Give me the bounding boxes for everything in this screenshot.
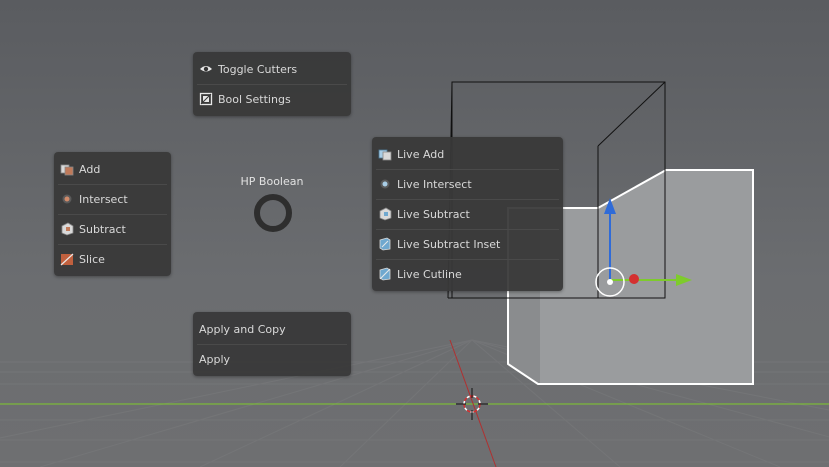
menu-item-label: Toggle Cutters xyxy=(218,62,298,76)
subtract-button[interactable]: Subtract xyxy=(54,214,171,244)
pie-menu-title: HP Boolean xyxy=(240,175,304,188)
intersect-button[interactable]: Intersect xyxy=(54,184,171,214)
add-button[interactable]: Add xyxy=(54,154,171,184)
intersect-icon xyxy=(62,194,72,204)
menu-item-label: Apply and Copy xyxy=(199,322,286,336)
live-subtract-button[interactable]: Live Subtract xyxy=(372,199,563,229)
slice-button[interactable]: Slice xyxy=(54,244,171,274)
eye-icon xyxy=(200,66,212,72)
live-subtract-icon xyxy=(379,207,392,221)
live-add-icon xyxy=(378,149,392,161)
apply-button[interactable]: Apply xyxy=(193,344,351,374)
pie-center-ring xyxy=(254,194,292,232)
live-cutline-icon xyxy=(379,267,391,281)
live-cutline-button[interactable]: Live Cutline xyxy=(372,259,563,289)
add-icon xyxy=(60,164,74,176)
menu-item-label: Live Add xyxy=(397,147,445,161)
top-pie-menu: Toggle Cutters Bool Settings xyxy=(193,52,351,116)
menu-item-label: Slice xyxy=(79,252,105,266)
apply-and-copy-button[interactable]: Apply and Copy xyxy=(193,314,351,344)
menu-item-label: Intersect xyxy=(79,192,128,206)
slice-icon xyxy=(60,253,74,266)
menu-item-label: Bool Settings xyxy=(218,92,291,106)
left-pie-menu: Add Intersect Subtract Slice xyxy=(54,152,171,276)
menu-item-label: Apply xyxy=(199,352,231,366)
live-intersect-button[interactable]: Live Intersect xyxy=(372,169,563,199)
menu-item-label: Subtract xyxy=(79,222,126,236)
menu-item-label: Live Subtract xyxy=(397,207,470,221)
live-add-button[interactable]: Live Add xyxy=(372,139,563,169)
menu-item-label: Add xyxy=(79,162,101,176)
menu-item-label: Live Subtract Inset xyxy=(397,237,501,251)
subtract-icon xyxy=(61,222,74,236)
menu-item-label: Live Cutline xyxy=(397,267,462,281)
menu-item-label: Live Intersect xyxy=(397,177,472,191)
toggle-cutters-button[interactable]: Toggle Cutters xyxy=(193,54,351,84)
bool-settings-button[interactable]: Bool Settings xyxy=(193,84,351,114)
live-subtract-inset-icon xyxy=(379,237,391,251)
bottom-pie-menu: Apply and Copy Apply xyxy=(193,312,351,376)
right-pie-menu: Live Add Live Intersect Live Subtract Li… xyxy=(372,137,563,291)
live-subtract-inset-button[interactable]: Live Subtract Inset xyxy=(372,229,563,259)
live-intersect-icon xyxy=(380,179,390,189)
settings-icon xyxy=(199,92,213,106)
